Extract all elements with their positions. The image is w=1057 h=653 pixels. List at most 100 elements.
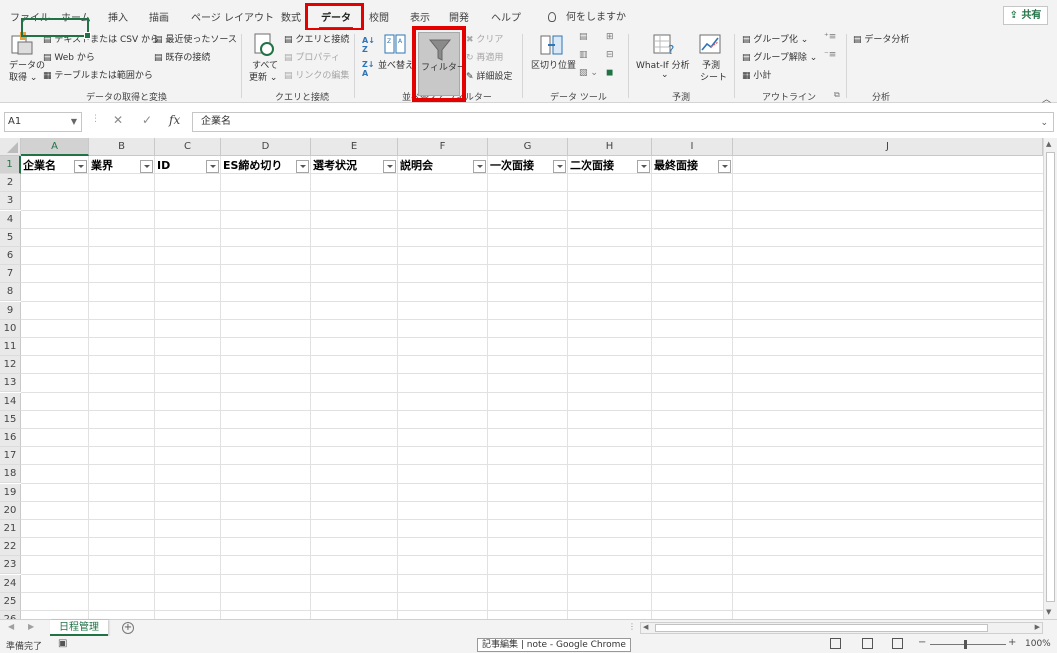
filter-dropdown-icon[interactable]	[206, 160, 219, 173]
existing-connections-button[interactable]: ▤ 既存の接続	[154, 50, 210, 63]
tab-view[interactable]: 表示	[410, 9, 430, 24]
scroll-up-icon[interactable]: ▲	[1046, 140, 1051, 148]
column-header-g[interactable]: G	[488, 138, 568, 156]
column-header-e[interactable]: E	[311, 138, 398, 156]
formula-input[interactable]: 企業名 ⌄	[192, 112, 1054, 132]
flash-fill-icon[interactable]: ▤	[579, 32, 588, 42]
forecast-sheet-label-2[interactable]: シート	[700, 70, 727, 83]
row-header-24[interactable]: 24	[0, 574, 21, 593]
tab-formulas[interactable]: 数式	[281, 9, 301, 24]
add-sheet-button[interactable]: +	[122, 622, 134, 634]
refresh-all-icon[interactable]	[253, 32, 275, 58]
scroll-down-icon[interactable]: ▼	[1046, 608, 1051, 616]
scroll-left-icon[interactable]: ◀	[643, 623, 648, 631]
row-header-5[interactable]: 5	[0, 228, 21, 247]
row-header-13[interactable]: 13	[0, 374, 21, 393]
refresh-all-label-2[interactable]: 更新 ⌄	[249, 70, 277, 83]
get-data-label-2[interactable]: 取得 ⌄	[9, 70, 37, 83]
header-cell-d[interactable]: ES締め切り	[221, 157, 282, 174]
normal-view-icon[interactable]	[830, 638, 841, 649]
header-cell-h[interactable]: 二次面接	[568, 157, 614, 174]
text-to-columns-icon[interactable]	[540, 34, 564, 56]
select-all-corner[interactable]	[0, 138, 21, 156]
data-analysis-button[interactable]: ▤ データ分析	[853, 32, 909, 45]
subtotal-button[interactable]: ▦ 小計	[742, 68, 771, 81]
horizontal-scroll-thumb[interactable]	[655, 624, 988, 632]
filter-dropdown-icon[interactable]	[473, 160, 486, 173]
consolidate-icon[interactable]: ⊞	[606, 32, 614, 42]
prev-sheet-icon[interactable]: ◀	[8, 622, 14, 631]
row-header-9[interactable]: 9	[0, 301, 21, 320]
remove-duplicates-icon[interactable]: ▥	[579, 50, 588, 60]
header-cell-i[interactable]: 最終面接	[652, 157, 698, 174]
tab-page-layout[interactable]: ページ レイアウト	[191, 9, 274, 24]
column-header-j[interactable]: J	[733, 138, 1043, 156]
properties-button[interactable]: ▤ プロパティ	[284, 50, 340, 63]
advanced-filter-button[interactable]: ✎ 詳細設定	[466, 69, 512, 82]
horizontal-scrollbar[interactable]: ◀ ▶	[640, 622, 1043, 634]
header-cell-a[interactable]: 企業名	[21, 157, 56, 174]
row-header-17[interactable]: 17	[0, 447, 21, 466]
row-header-10[interactable]: 10	[0, 319, 21, 338]
zoom-out-button[interactable]: −	[918, 637, 926, 648]
row-header-26[interactable]: 26	[0, 611, 21, 619]
tab-developer[interactable]: 開発	[449, 9, 469, 24]
cancel-edit-button[interactable]: ✕	[113, 113, 123, 127]
zoom-slider-knob[interactable]	[964, 640, 967, 649]
column-header-h[interactable]: H	[568, 138, 652, 156]
data-model-icon[interactable]: ◼	[606, 68, 613, 78]
tab-draw[interactable]: 描画	[149, 9, 169, 24]
page-break-view-icon[interactable]	[892, 638, 903, 649]
filter-dropdown-icon[interactable]	[296, 160, 309, 173]
column-header-a[interactable]: A	[21, 138, 89, 156]
row-header-18[interactable]: 18	[0, 465, 21, 484]
row-header-11[interactable]: 11	[0, 338, 21, 356]
row-header-22[interactable]: 22	[0, 538, 21, 557]
filter-dropdown-icon[interactable]	[140, 160, 153, 173]
tab-review[interactable]: 校閲	[369, 9, 389, 24]
show-detail-icon[interactable]: ⁺≡	[824, 32, 836, 42]
sort-icon[interactable]: ZA	[384, 34, 406, 54]
edit-links-button[interactable]: ▤ リンクの編集	[284, 68, 349, 81]
from-web-button[interactable]: ▤ Web から	[43, 50, 95, 63]
filter-dropdown-icon[interactable]	[383, 160, 396, 173]
text-to-columns-label[interactable]: 区切り位置	[531, 58, 576, 71]
row-header-14[interactable]: 14	[0, 392, 21, 411]
zoom-in-button[interactable]: +	[1008, 637, 1016, 648]
sort-label[interactable]: 並べ替え	[378, 58, 414, 71]
forecast-sheet-icon[interactable]	[699, 34, 721, 54]
sort-za-icon[interactable]: Z↓ A	[362, 60, 375, 78]
row-header-20[interactable]: 20	[0, 501, 21, 520]
ungroup-button[interactable]: ▤ グループ解除 ⌄	[742, 50, 817, 63]
vertical-scrollbar[interactable]: ▲ ▼	[1043, 138, 1057, 619]
enter-edit-button[interactable]: ✓	[142, 113, 152, 127]
row-header-7[interactable]: 7	[0, 265, 21, 284]
tell-me-search[interactable]: 何をしますか	[548, 8, 626, 23]
column-header-b[interactable]: B	[89, 138, 155, 156]
share-button[interactable]: ⇪ 共有	[1003, 6, 1048, 25]
row-header-23[interactable]: 23	[0, 556, 21, 575]
insert-function-button[interactable]: fx	[169, 113, 180, 127]
row-header-3[interactable]: 3	[0, 192, 21, 211]
what-if-dropdown[interactable]: ⌄	[661, 70, 669, 80]
worksheet-grid[interactable]: A B C D E F G H I J 1 2 3 4 5 6 7 8 9 10 11 12 13 14 15 16 17 18 19 2…	[0, 138, 1043, 619]
row-header-2[interactable]: 2	[0, 174, 21, 193]
row-header-6[interactable]: 6	[0, 247, 21, 265]
filter-dropdown-icon[interactable]	[637, 160, 650, 173]
outline-dialog-launcher-icon[interactable]: ⧉	[834, 90, 840, 100]
row-header-19[interactable]: 19	[0, 483, 21, 502]
page-layout-view-icon[interactable]	[862, 638, 873, 649]
sort-az-icon[interactable]: A↓ Z	[362, 36, 375, 54]
clear-filter-button[interactable]: ✖ クリア	[466, 32, 503, 45]
tab-split-handle-icon[interactable]: ⋮	[628, 622, 636, 631]
row-header-25[interactable]: 25	[0, 592, 21, 611]
row-header-15[interactable]: 15	[0, 410, 21, 429]
row-header-12[interactable]: 12	[0, 356, 21, 375]
header-cell-c[interactable]: ID	[155, 157, 170, 174]
filter-dropdown-icon[interactable]	[553, 160, 566, 173]
reapply-button[interactable]: ↻ 再適用	[466, 50, 503, 63]
tab-insert[interactable]: 挿入	[108, 9, 128, 24]
expand-formula-bar-icon[interactable]: ⌄	[1040, 114, 1048, 132]
macro-record-icon[interactable]: ▣	[58, 638, 67, 649]
column-header-c[interactable]: C	[155, 138, 221, 156]
